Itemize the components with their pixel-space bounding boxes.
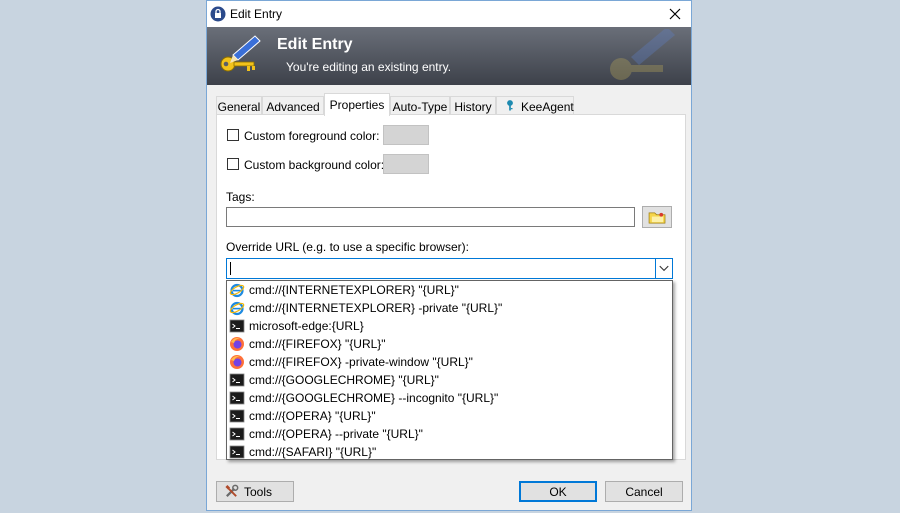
dropdown-item-text: cmd://{FIREFOX} -private-window "{URL}" [249,355,473,369]
banner-subtitle: You're editing an existing entry. [286,60,452,74]
tab-label: Properties [329,98,385,112]
dropdown-item[interactable]: cmd://{OPERA} "{URL}" [227,407,672,425]
background-color-swatch[interactable] [383,154,429,174]
ok-label: OK [549,485,567,499]
window-title: Edit Entry [230,7,283,21]
dropdown-item[interactable]: cmd://{FIREFOX} -private-window "{URL}" [227,353,672,371]
tab-label: KeeAgent [521,100,574,114]
tab-auto-type[interactable]: Auto-Type [390,96,450,115]
override-url-dropdown: cmd://{INTERNETEXPLORER} "{URL}" cmd://{… [226,280,673,460]
tab-general[interactable]: General [216,96,262,115]
dropdown-item-text: cmd://{INTERNETEXPLORER} "{URL}" [249,283,459,297]
banner-watermark-icon [610,29,675,80]
close-icon[interactable] [659,1,691,27]
terminal-icon [229,391,245,405]
custom-background-checkbox[interactable] [227,158,239,170]
tags-label: Tags: [226,190,255,204]
tools-label: Tools [244,485,273,499]
cancel-button[interactable]: Cancel [605,481,683,502]
custom-background-label: Custom background color: [244,158,385,172]
override-url-combo[interactable] [226,258,673,279]
dropdown-item[interactable]: cmd://{INTERNETEXPLORER} -private "{URL}… [227,299,672,317]
tab-strip: General Advanced Properties Auto-Type Hi… [216,93,686,116]
firefox-icon [230,337,244,351]
ie-icon [229,283,245,298]
header-banner: Edit Entry You're editing an existing en… [207,27,691,85]
terminal-icon [229,409,245,423]
tab-label: History [454,100,492,114]
cancel-label: Cancel [625,485,663,499]
text-caret [230,262,231,275]
dropdown-item-text: cmd://{GOOGLECHROME} --incognito "{URL}" [249,391,499,405]
dropdown-item-text: cmd://{GOOGLECHROME} "{URL}" [249,373,439,387]
ie-icon [229,301,245,316]
dropdown-item-text: cmd://{SAFARI} "{URL}" [249,445,377,459]
dropdown-item[interactable]: cmd://{GOOGLECHROME} "{URL}" [227,371,672,389]
dropdown-item[interactable]: cmd://{FIREFOX} "{URL}" [227,335,672,353]
custom-foreground-label: Custom foreground color: [244,129,380,143]
title-bar: Edit Entry [207,1,691,27]
banner-title: Edit Entry [277,36,353,53]
dropdown-item-text: cmd://{OPERA} "{URL}" [249,409,376,423]
ok-button[interactable]: OK [519,481,597,502]
dropdown-item[interactable]: microsoft-edge:{URL} [227,317,672,335]
dropdown-item[interactable]: cmd://{INTERNETEXPLORER} "{URL}" [227,281,672,299]
dropdown-item[interactable]: cmd://{OPERA} --private "{URL}" [227,425,672,443]
tags-input[interactable] [226,207,635,227]
tools-icon [225,484,239,497]
tab-history[interactable]: History [450,96,496,115]
tab-properties[interactable]: Properties [324,93,390,116]
tab-label: Advanced [266,100,320,114]
terminal-icon [229,445,245,459]
tab-label: General [217,100,261,114]
dropdown-item[interactable]: cmd://{SAFARI} "{URL}" [227,443,672,461]
dropdown-item-text: cmd://{INTERNETEXPLORER} -private "{URL}… [249,301,503,315]
key-pen-icon [220,35,261,72]
terminal-icon [229,427,245,441]
dropdown-item-text: cmd://{OPERA} --private "{URL}" [249,427,423,441]
terminal-icon [229,319,245,333]
chevron-down-icon[interactable] [655,259,672,278]
tags-menu-button[interactable] [642,206,672,228]
tab-advanced[interactable]: Advanced [262,96,324,115]
dropdown-item[interactable]: cmd://{GOOGLECHROME} --incognito "{URL}" [227,389,672,407]
tools-button[interactable]: Tools [216,481,294,502]
terminal-icon [229,373,245,387]
override-url-label: Override URL (e.g. to use a specific bro… [226,240,469,254]
firefox-icon [230,355,244,369]
dropdown-item-text: microsoft-edge:{URL} [249,319,364,333]
foreground-color-swatch[interactable] [383,125,429,145]
keeagent-icon [507,100,513,111]
tab-keeagent[interactable]: KeeAgent [496,96,574,115]
dropdown-item-text: cmd://{FIREFOX} "{URL}" [249,337,386,351]
keepass-lock-icon [210,6,226,22]
custom-foreground-checkbox[interactable] [227,129,239,141]
tag-folder-icon [648,212,666,224]
tab-label: Auto-Type [392,100,448,114]
